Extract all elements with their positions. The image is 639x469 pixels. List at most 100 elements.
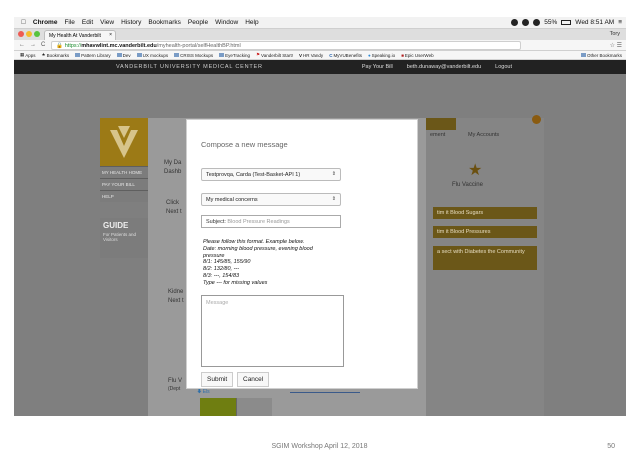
folder-icon bbox=[580, 53, 586, 57]
oak-leaf-icon bbox=[110, 126, 138, 158]
close-window-button[interactable] bbox=[18, 31, 24, 37]
menu-history[interactable]: History bbox=[121, 19, 141, 26]
guide-title: GUIDE bbox=[103, 221, 129, 230]
recipient-select[interactable]: Testprovqa, Carda (Test-Basket-API 1) ⇕ bbox=[201, 168, 341, 181]
menu-people[interactable]: People bbox=[188, 19, 208, 26]
wifi-icon[interactable] bbox=[533, 19, 541, 26]
guide-subtitle: For Patients and Visitors bbox=[103, 232, 137, 242]
message-textarea[interactable]: Message bbox=[201, 295, 344, 367]
compose-message-modal: Compose a new message Testprovqa, Carda … bbox=[186, 119, 418, 389]
c-icon: C bbox=[329, 52, 333, 58]
bookmark-myvubenefits[interactable]: C MyVUBenefits bbox=[329, 53, 362, 58]
minimize-window-button[interactable] bbox=[26, 31, 32, 37]
pay-your-bill-link[interactable]: Pay Your Bill bbox=[362, 64, 393, 70]
select-caret-icon: ⇕ bbox=[331, 196, 336, 202]
speaking-icon: ● bbox=[367, 52, 371, 58]
bookmark-bookmarks[interactable]: ★ Bookmarks bbox=[42, 52, 70, 58]
bookmark-eyetracking[interactable]: EyeTracking bbox=[219, 53, 250, 58]
diabetes-community-button[interactable]: a sect with Diabetes the Community bbox=[433, 246, 537, 270]
tab-title: My Health At Vanderbilt bbox=[49, 33, 101, 39]
progress-segment-gray bbox=[236, 398, 272, 416]
apps-icon: ▦ bbox=[20, 52, 25, 57]
menu-file[interactable]: File bbox=[64, 19, 74, 26]
url-scheme: https:// bbox=[64, 42, 82, 49]
url-path: /myhealth-portal/selfHealthBP.html bbox=[156, 42, 241, 49]
slide-footer: SGIM Workshop April 12, 2018 50 bbox=[0, 442, 639, 456]
flu-heading-fragment: Flu V bbox=[168, 378, 183, 384]
flu-vaccine-label[interactable]: Flu Vaccine bbox=[452, 182, 483, 188]
menu-list-icon[interactable]: ≡ bbox=[618, 19, 622, 26]
bookmark-speaking[interactable]: ● Speaking.io bbox=[368, 53, 395, 58]
cancel-button[interactable]: Cancel bbox=[237, 372, 270, 387]
profile-name[interactable]: Tory bbox=[610, 31, 620, 37]
left-nav: MY HEALTH HOME PAY YOUR BILL HELP bbox=[100, 166, 148, 202]
menu-bookmarks[interactable]: Bookmarks bbox=[148, 19, 181, 26]
bookmark-hr-vandy[interactable]: V HR Vandy bbox=[299, 53, 323, 58]
status-app-icon[interactable] bbox=[522, 19, 530, 26]
dept-text-fragment: (Dept bbox=[168, 386, 181, 392]
bookmark-other[interactable]: Other Bookmarks bbox=[580, 53, 626, 58]
reload-icon[interactable]: C bbox=[41, 42, 45, 48]
tab-my-health[interactable]: My Health At Vanderbilt × bbox=[44, 30, 116, 40]
zoom-window-button[interactable] bbox=[34, 31, 40, 37]
address-bar: ← → C 🔒 https://mhavwlint.mc.vanderbilt.… bbox=[14, 40, 626, 51]
topic-select[interactable]: My medical concerns ⇕ bbox=[201, 193, 341, 206]
submit-blood-sugars-button[interactable]: tim it Blood Sugars bbox=[433, 207, 537, 219]
battery-icon[interactable] bbox=[561, 20, 572, 25]
active-nav-tab[interactable] bbox=[426, 118, 456, 130]
next-text-fragment: Next t bbox=[166, 209, 182, 215]
next-text-fragment: Next t bbox=[168, 298, 184, 304]
clock[interactable]: Wed 8:51 AM bbox=[575, 19, 614, 26]
folder-icon bbox=[136, 53, 142, 57]
bookmark-ux-mockups[interactable]: UX mockups bbox=[136, 53, 168, 58]
lock-icon: 🔒 bbox=[56, 42, 64, 49]
star-bookmark-icon[interactable]: ☆ ☰ bbox=[610, 42, 626, 49]
menu-edit[interactable]: Edit bbox=[82, 19, 93, 26]
nav-management-fragment[interactable]: ement bbox=[430, 132, 445, 138]
slide-number: 50 bbox=[607, 443, 615, 450]
bookmark-apps[interactable]: ▦ Apps bbox=[20, 52, 36, 58]
modal-title: Compose a new message bbox=[201, 140, 288, 149]
notification-badge bbox=[532, 115, 541, 124]
logout-link[interactable]: Logout bbox=[495, 64, 512, 70]
menu-window[interactable]: Window bbox=[215, 19, 238, 26]
menu-app-chrome[interactable]: Chrome bbox=[33, 19, 58, 26]
apple-icon[interactable]:  bbox=[21, 19, 26, 26]
status-area: 55% Wed 8:51 AM ≡ bbox=[511, 19, 626, 26]
user-email: beth.dunaway@vanderbilt.edu bbox=[406, 64, 482, 70]
star-icon: ★ bbox=[468, 162, 483, 179]
bookmark-dev[interactable]: Dev bbox=[116, 53, 131, 58]
bookmark-vanderbilt-start[interactable]: ⚑ Vanderbilt Start! bbox=[256, 52, 293, 58]
battery-percent: 55% bbox=[544, 19, 558, 26]
url-input[interactable]: 🔒 https://mhavwlint.mc.vanderbilt.edu/my… bbox=[51, 40, 522, 50]
folder-icon bbox=[116, 53, 122, 57]
format-instructions: Please follow this format. Example below… bbox=[203, 239, 313, 286]
bookmark-pattern-library[interactable]: Pattern Library bbox=[75, 53, 111, 58]
click-text-fragment: Click bbox=[166, 200, 179, 206]
star-icon: ★ bbox=[41, 52, 46, 57]
folder-icon bbox=[174, 53, 180, 57]
menu-view[interactable]: View bbox=[100, 19, 114, 26]
nav-my-accounts[interactable]: My Accounts bbox=[468, 132, 499, 138]
forward-icon[interactable]: → bbox=[30, 42, 36, 48]
vanderbilt-logo[interactable] bbox=[100, 118, 148, 166]
bookmark-criss-mockups[interactable]: CRISS Mockups bbox=[174, 53, 213, 58]
status-app-icon[interactable] bbox=[511, 19, 519, 26]
submit-button[interactable]: Submit bbox=[201, 372, 234, 387]
menu-help[interactable]: Help bbox=[245, 19, 258, 26]
message-placeholder: Message bbox=[206, 300, 229, 306]
nav-pay-your-bill[interactable]: PAY YOUR BILL bbox=[100, 178, 148, 190]
back-icon[interactable]: ← bbox=[19, 42, 25, 48]
close-tab-icon[interactable]: × bbox=[109, 32, 112, 38]
subject-input[interactable]: Subject: Blood Pressure Readings bbox=[201, 215, 341, 228]
nav-my-health-home[interactable]: MY HEALTH HOME bbox=[100, 166, 148, 178]
site-brand[interactable]: VANDERBILT UNIVERSITY MEDICAL CENTER bbox=[116, 64, 263, 70]
v-icon: V bbox=[298, 52, 302, 58]
footer-text: SGIM Workshop April 12, 2018 bbox=[271, 443, 368, 450]
submit-blood-pressures-button[interactable]: tim it Blood Pressures bbox=[433, 226, 537, 238]
bookmark-epic-userweb[interactable]: ■ Epic UserWeb bbox=[401, 53, 433, 58]
select-caret-icon: ⇕ bbox=[331, 171, 336, 177]
nav-help[interactable]: HELP bbox=[100, 190, 148, 202]
flag-icon: ⚑ bbox=[256, 52, 261, 57]
patient-guide-link[interactable]: GUIDE For Patients and Visitors bbox=[100, 218, 148, 258]
